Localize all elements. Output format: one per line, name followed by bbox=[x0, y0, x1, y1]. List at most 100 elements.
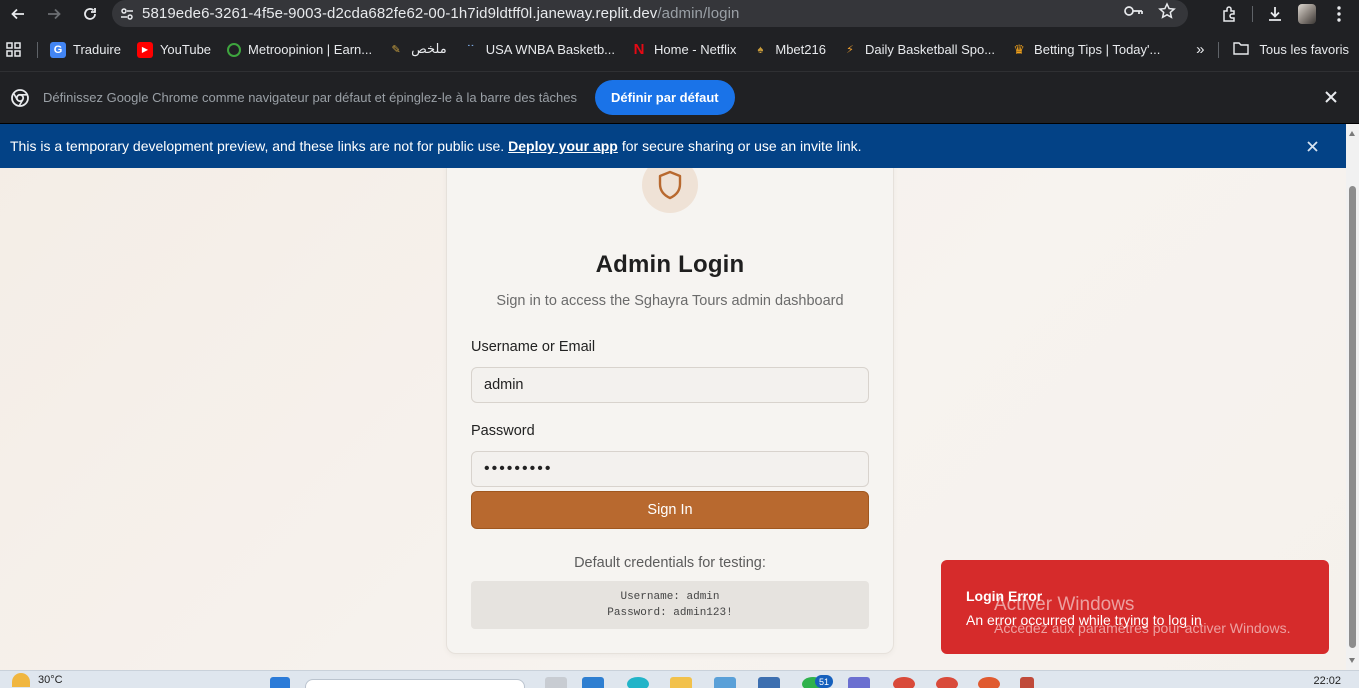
bookmarks-divider bbox=[1218, 41, 1220, 58]
task-view-icon[interactable] bbox=[545, 677, 567, 688]
teams-icon[interactable] bbox=[848, 677, 870, 688]
apps-button[interactable] bbox=[6, 42, 21, 57]
url-path: /admin/login bbox=[657, 5, 740, 22]
app-icon[interactable] bbox=[758, 677, 780, 688]
forward-button[interactable] bbox=[36, 0, 72, 28]
bookmark-label: Mbet216 bbox=[775, 42, 826, 57]
edge-icon[interactable] bbox=[582, 677, 604, 688]
bookmark-mbet216[interactable]: ♠ Mbet216 bbox=[752, 42, 826, 58]
file-explorer-icon[interactable] bbox=[670, 677, 692, 688]
deploy-app-link[interactable]: Deploy your app bbox=[508, 138, 618, 154]
dev-preview-banner: This is a temporary development preview,… bbox=[0, 124, 1346, 168]
system-clock: 22:02 bbox=[1313, 675, 1341, 687]
shield-icon bbox=[658, 170, 682, 200]
username-label: Username or Email bbox=[471, 339, 596, 355]
page-subtitle: Sign in to access the Sghayra Tours admi… bbox=[496, 293, 844, 309]
password-mask: ••••••••• bbox=[484, 460, 553, 477]
bookmark-netflix[interactable]: N Home - Netflix bbox=[631, 41, 737, 58]
banner-text-after: for secure sharing or use an invite link… bbox=[621, 138, 862, 154]
chrome-profile-icon[interactable] bbox=[978, 677, 1000, 688]
weather-widget[interactable]: 30°C bbox=[12, 673, 63, 687]
crown-icon: ♛ bbox=[1013, 41, 1025, 57]
toolbar-divider bbox=[1252, 6, 1253, 22]
bookmark-label: USA WNBA Basketb... bbox=[485, 42, 616, 57]
back-button[interactable] bbox=[0, 0, 36, 28]
browser-toolbar: 5819ede6-3261-4f5e-9003-d2cda682fe62-00-… bbox=[0, 0, 1359, 28]
bookmark-label: ملخص bbox=[411, 42, 447, 57]
reload-button[interactable] bbox=[72, 0, 108, 28]
start-icon[interactable] bbox=[270, 677, 290, 688]
bookmark-betting-tips[interactable]: ♛ Betting Tips | Today'... bbox=[1011, 42, 1160, 58]
bookmark-label: Traduire bbox=[73, 42, 121, 57]
google-translate-icon: G bbox=[50, 41, 66, 58]
bookmark-metroopinion[interactable]: Metroopinion | Earn... bbox=[227, 42, 372, 57]
bookmarks-bar: G Traduire ▶ YouTube Metroopinion | Earn… bbox=[0, 28, 1359, 71]
arrow-right-icon bbox=[48, 8, 61, 20]
bookmark-youtube[interactable]: ▶ YouTube bbox=[136, 41, 211, 58]
scroll-thumb[interactable] bbox=[1349, 186, 1356, 648]
weather-icon bbox=[12, 673, 30, 687]
extensions-button[interactable] bbox=[1216, 0, 1244, 28]
app-icon[interactable] bbox=[627, 677, 649, 688]
youtube-icon: ▶ bbox=[136, 41, 153, 58]
site-info-button[interactable] bbox=[112, 0, 142, 27]
chrome-icon[interactable] bbox=[893, 677, 915, 688]
username-input[interactable]: admin bbox=[471, 367, 869, 403]
page-scrollbar[interactable] bbox=[1346, 124, 1359, 670]
infobar-close-button[interactable] bbox=[1321, 87, 1341, 107]
bookmark-daily-basketball[interactable]: ⚡ Daily Basketball Spo... bbox=[842, 42, 995, 58]
bookmark-traduire[interactable]: G Traduire bbox=[50, 41, 121, 58]
bookmark-label: Home - Netflix bbox=[654, 42, 737, 57]
bookmark-icon: ♠ bbox=[757, 43, 764, 56]
bookmark-icon: ✎ bbox=[391, 44, 401, 56]
error-toast[interactable]: Login Error An error occurred while tryi… bbox=[941, 560, 1329, 654]
scroll-up-arrow[interactable] bbox=[1349, 131, 1355, 136]
username-value: admin bbox=[484, 377, 524, 393]
bookmark-icon: ˙˙ bbox=[467, 43, 475, 56]
all-bookmarks-link[interactable]: Tous les favoris bbox=[1259, 42, 1349, 57]
downloads-button[interactable] bbox=[1261, 0, 1289, 28]
banner-text: This is a temporary development preview,… bbox=[10, 138, 505, 154]
apps-grid-icon bbox=[6, 42, 21, 57]
bookmark-label: Daily Basketball Spo... bbox=[864, 42, 996, 57]
url-host: 5819ede6-3261-4f5e-9003-d2cda682fe62-00-… bbox=[142, 5, 658, 22]
close-icon bbox=[1325, 91, 1337, 103]
notification-badge: 51 bbox=[815, 675, 833, 688]
password-input[interactable]: ••••••••• bbox=[471, 451, 869, 487]
password-label: Password bbox=[471, 423, 535, 439]
default-browser-infobar: Définissez Google Chrome comme navigateu… bbox=[0, 71, 1359, 124]
bookmark-mulakhas[interactable]: ✎ ملخص bbox=[388, 42, 447, 58]
banner-close-button[interactable] bbox=[1302, 136, 1322, 156]
app-icon[interactable] bbox=[1020, 677, 1034, 688]
taskbar-search-input[interactable] bbox=[305, 679, 525, 688]
credentials-box: Username: admin Password: admin123! bbox=[471, 581, 869, 629]
chrome-menu-button[interactable] bbox=[1325, 0, 1353, 28]
sign-in-button[interactable]: Sign In bbox=[471, 491, 869, 529]
credentials-username: Username: admin bbox=[620, 591, 720, 603]
infobar-message: Définissez Google Chrome comme navigateu… bbox=[43, 90, 578, 105]
set-default-button[interactable]: Définir par défaut bbox=[595, 80, 735, 115]
scroll-down-arrow[interactable] bbox=[1349, 658, 1355, 663]
profile-button[interactable] bbox=[1293, 0, 1321, 28]
toast-message: An error occurred while trying to log in bbox=[966, 612, 1202, 628]
puzzle-icon bbox=[1223, 6, 1235, 22]
netflix-icon: N bbox=[633, 41, 645, 58]
address-bar[interactable]: 5819ede6-3261-4f5e-9003-d2cda682fe62-00-… bbox=[112, 0, 1188, 27]
login-card: Admin Login Sign in to access the Sghayr… bbox=[446, 144, 894, 654]
reload-icon bbox=[84, 8, 96, 20]
tune-icon bbox=[121, 7, 133, 20]
chrome-profile-icon[interactable] bbox=[936, 677, 958, 688]
chrome-logo-icon bbox=[11, 88, 29, 107]
app-icon[interactable] bbox=[714, 677, 736, 688]
more-bookmarks-icon[interactable]: » bbox=[1196, 41, 1204, 58]
credentials-title: Default credentials for testing: bbox=[574, 555, 766, 571]
bookmarks-divider bbox=[37, 41, 38, 58]
more-vert-icon bbox=[1337, 6, 1341, 22]
password-key-icon[interactable] bbox=[1124, 4, 1144, 23]
avatar bbox=[1298, 4, 1316, 24]
bookmark-wnba[interactable]: ˙˙ USA WNBA Basketb... bbox=[463, 42, 615, 58]
folder-icon bbox=[1233, 41, 1250, 58]
close-icon bbox=[1306, 140, 1318, 152]
bookmark-star-icon[interactable] bbox=[1158, 2, 1176, 25]
page-title: Admin Login bbox=[595, 251, 745, 278]
